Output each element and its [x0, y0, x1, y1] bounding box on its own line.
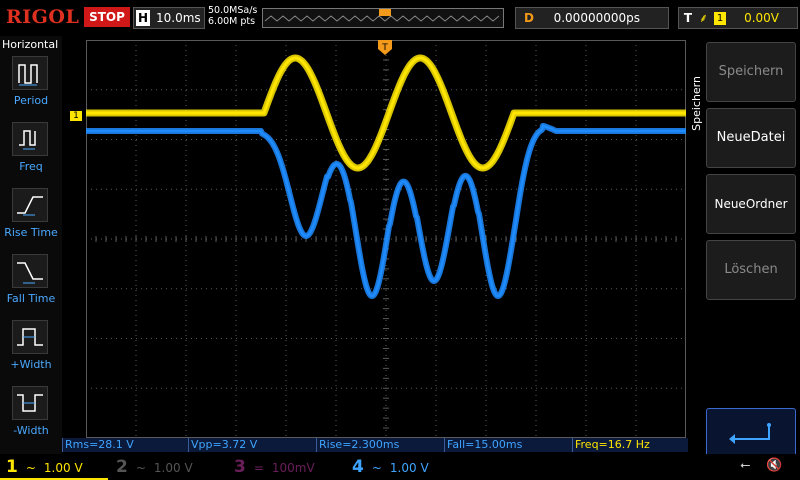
measure-neg-width[interactable]: -Width: [0, 386, 62, 448]
period-icon: [12, 56, 48, 90]
channel-2-scale: 1.00 V: [153, 461, 193, 475]
trigger-label: T: [683, 11, 693, 25]
channel-4-number: 4: [352, 457, 364, 477]
svg-text:T: T: [381, 43, 388, 53]
new-folder-button[interactable]: NeueOrdner: [706, 174, 796, 234]
channel-bar: 1 ~1.00 V 2 ~1.00 V 3 = 100mV 4 ~1.00 V ⭠ 🔇: [0, 454, 800, 480]
memory-waveform-thumbnail: [264, 9, 500, 22]
run-stop-indicator[interactable]: STOP: [84, 7, 130, 27]
channel-4-coupling: ~: [371, 461, 382, 475]
measure-pos-width-label: +Width: [10, 358, 52, 371]
trigger-position-marker[interactable]: T: [378, 40, 392, 55]
timebase-value: 10.0ms: [156, 11, 201, 25]
channel-2-coupling: ~: [135, 461, 146, 475]
new-file-button[interactable]: NeueDatei: [706, 108, 796, 168]
save-button[interactable]: Speichern: [706, 42, 796, 102]
channel-3-status[interactable]: 3 = 100mV: [234, 456, 342, 478]
channel-4-scale: 1.00 V: [389, 461, 429, 475]
channel-1-status[interactable]: 1 ~1.00 V: [0, 456, 108, 480]
meas-rms[interactable]: Rms=28.1 V: [62, 438, 188, 452]
waveform-display[interactable]: T 4: [86, 40, 686, 438]
measure-period[interactable]: Period: [0, 56, 62, 118]
measure-freq[interactable]: Freq: [0, 122, 62, 184]
channel-3-number: 3: [234, 457, 246, 477]
measure-neg-width-label: -Width: [13, 424, 49, 437]
measure-rise-time-label: Rise Time: [4, 226, 58, 239]
delay-display[interactable]: D 0.00000000ps: [515, 7, 669, 29]
trigger-level: 0.00V: [744, 11, 779, 25]
measure-period-label: Period: [13, 94, 49, 107]
measure-fall-time[interactable]: Fall Time: [0, 254, 62, 316]
return-icon: [729, 423, 771, 444]
ch1-offset-marker[interactable]: 1: [70, 111, 82, 121]
measure-menu: Horizontal Period Freq Rise Time Fall Ti…: [0, 36, 62, 454]
trigger-display[interactable]: T ⸙ 1 0.00V: [678, 7, 798, 29]
measure-menu-title: Horizontal: [2, 38, 59, 51]
pos-width-icon: [12, 320, 48, 354]
delay-label: D: [524, 11, 534, 25]
neg-width-icon: [12, 386, 48, 420]
return-button[interactable]: [706, 408, 796, 460]
channel-4-status[interactable]: 4 ~1.00 V: [352, 456, 460, 478]
storage-menu: Speichern Speichern NeueDatei NeueOrdner…: [688, 36, 800, 460]
fall-time-icon: [12, 254, 48, 288]
storage-menu-title: Speichern: [690, 76, 703, 131]
rigol-logo: RIGOL: [6, 6, 80, 28]
channel-1-coupling: ~: [25, 461, 36, 475]
timebase-label: H: [136, 10, 150, 26]
freq-icon: [12, 122, 48, 156]
measure-pos-width[interactable]: +Width: [0, 320, 62, 382]
measure-rise-time[interactable]: Rise Time: [0, 188, 62, 250]
memory-depth: 6.00M pts: [208, 16, 256, 27]
meas-rise[interactable]: Rise=2.300ms: [316, 438, 444, 452]
channel-2-number: 2: [116, 457, 128, 477]
meas-vpp[interactable]: Vpp=3.72 V: [188, 438, 316, 452]
waveforms: [86, 54, 686, 299]
channel-2-status[interactable]: 2 ~1.00 V: [116, 456, 224, 478]
ch1-offset-label: 1: [73, 111, 79, 121]
top-status-bar: RIGOL STOP H 10.0ms 50.0MSa/s 6.00M pts D…: [0, 0, 800, 34]
meas-freq[interactable]: Freq=16.7 Hz: [572, 438, 698, 452]
delay-value: 0.00000000ps: [553, 11, 640, 25]
memory-overview: [262, 8, 504, 28]
meas-fall[interactable]: Fall=15.00ms: [444, 438, 572, 452]
channel-3-scale: 100mV: [271, 461, 315, 475]
rise-time-icon: [12, 188, 48, 222]
sampling-info: 50.0MSa/s 6.00M pts: [208, 5, 257, 27]
channel-3-coupling: =: [253, 461, 264, 475]
memory-trigger-marker: [379, 9, 391, 16]
speaker-mute-icon[interactable]: 🔇: [766, 458, 782, 473]
channel-1-number: 1: [6, 457, 18, 477]
measure-freq-label: Freq: [19, 160, 43, 173]
measurement-bar: Rms=28.1 V Vpp=3.72 V Rise=2.300ms Fall=…: [62, 438, 698, 452]
usb-icon: ⭠: [740, 458, 751, 473]
sample-rate: 50.0MSa/s: [208, 5, 258, 16]
rising-edge-icon: ⸙: [699, 11, 709, 25]
delete-button[interactable]: Löschen: [706, 240, 796, 300]
trigger-source: 1: [714, 12, 727, 25]
horizontal-timebase[interactable]: H 10.0ms: [133, 7, 205, 29]
channel-1-scale: 1.00 V: [43, 461, 83, 475]
measure-fall-time-label: Fall Time: [6, 292, 56, 305]
